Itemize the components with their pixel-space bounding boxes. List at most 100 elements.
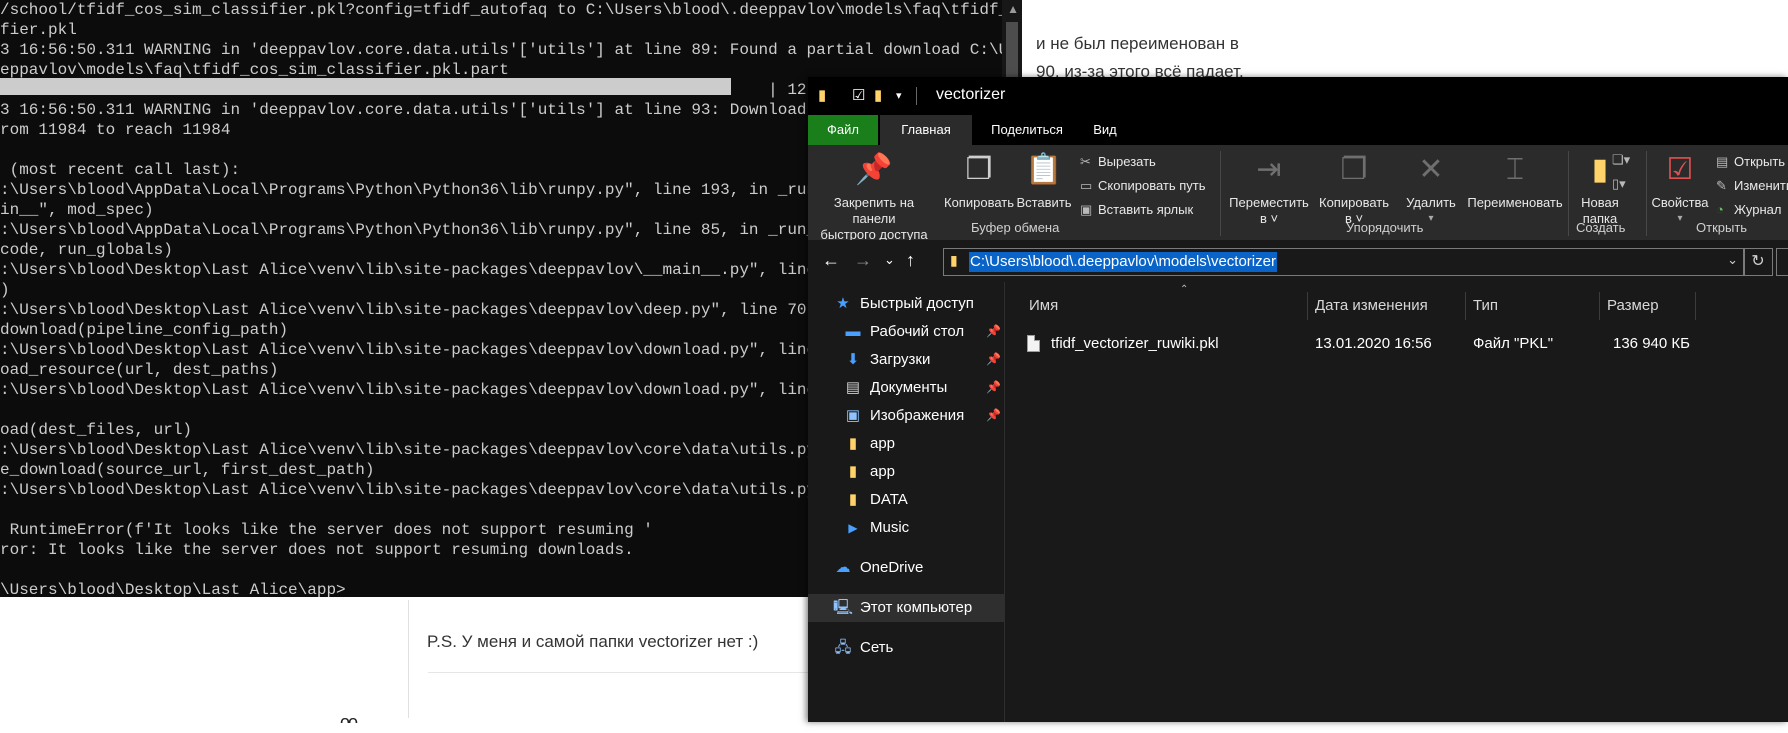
web-paragraph-line: и не был переименован в [1036, 34, 1239, 53]
divider[interactable] [1307, 292, 1308, 320]
file-name: tfidf_vectorizer_ruwiki.pkl [1051, 335, 1219, 352]
divider [1220, 151, 1221, 236]
new-item-icon: ❏▾ [1612, 152, 1631, 167]
nav-label: Сеть [860, 639, 894, 656]
divider [1568, 151, 1569, 236]
star-icon: ★ [836, 295, 850, 312]
table-row[interactable]: tfidf_vectorizer_ruwiki.pkl 13.01.2020 1… [1025, 330, 1765, 358]
move-to-button[interactable]: ⇥ Переместить в ˅ [1226, 151, 1312, 227]
pin-icon[interactable]: 📌 [986, 408, 1001, 422]
column-header-type[interactable]: Тип [1473, 292, 1498, 320]
nav-app-folder[interactable]: ▮ app [842, 430, 895, 458]
edit-icon: ✎ [1716, 178, 1727, 193]
open-button[interactable]: ▤ Открыть [1716, 151, 1785, 173]
nav-network[interactable]: 🖧 Сеть [832, 634, 894, 662]
pin-icon[interactable]: 📌 [986, 352, 1001, 366]
desktop-icon: ▬ [845, 323, 861, 340]
history-button[interactable]: ◔ Журнал [1716, 199, 1781, 221]
folder-icon: ▮ [950, 252, 958, 268]
cut-button[interactable]: ✂ Вырезать [1080, 151, 1156, 173]
organize-group-label: Упорядочить [1346, 220, 1424, 235]
divider[interactable] [1465, 292, 1466, 320]
clipboard-icon: 📋 [1025, 153, 1063, 186]
paste-label: Вставить [1016, 195, 1072, 210]
column-header-size[interactable]: Размер [1607, 292, 1659, 320]
nav-data-folder[interactable]: ▮ DATA [842, 486, 908, 514]
nav-quick-access[interactable]: ★ Быстрый доступ [832, 290, 974, 318]
refresh-icon[interactable]: ↻ [1743, 248, 1773, 276]
column-header-date[interactable]: Дата изменения [1315, 292, 1428, 320]
up-arrow-icon[interactable]: ↑ [906, 250, 915, 270]
tab-file[interactable]: Файл [808, 115, 878, 145]
history-label: Журнал [1734, 202, 1782, 217]
nav-label: Документы [870, 379, 948, 396]
delete-label: Удалить [1406, 195, 1456, 210]
cloud-icon: ☁ [835, 559, 851, 576]
console-line: /school/tfidf_cos_sim_classifier.pkl?con… [0, 1, 1022, 19]
search-box[interactable] [1776, 248, 1788, 276]
scroll-up-icon[interactable]: ▲ [1007, 2, 1019, 16]
divider[interactable] [1599, 292, 1600, 320]
recent-locations-chevron-icon[interactable]: ⌄ [884, 250, 895, 270]
file-icon [1027, 335, 1040, 352]
nav-pictures[interactable]: ▣ Изображения [842, 402, 964, 430]
ribbon: 📌 Закрепить на панели быстрого доступа ❐… [808, 145, 1788, 243]
nav-onedrive[interactable]: ☁ OneDrive [832, 554, 924, 582]
cut-label: Вырезать [1098, 154, 1156, 169]
copy-to-label-line1: Копировать [1319, 195, 1389, 210]
ribbon-tabs: Файл Главная Поделиться Вид [808, 115, 1788, 145]
copy-path-label: Скопировать путь [1098, 178, 1206, 193]
web-comment [408, 600, 813, 718]
edit-label: Изменить [1734, 178, 1788, 193]
paste-shortcut-button[interactable]: ▣ Вставить ярлык [1080, 199, 1193, 221]
nav-label: DATA [870, 491, 908, 508]
file-date: 13.01.2020 16:56 [1315, 335, 1432, 352]
properties-label: Свойства [1651, 195, 1709, 210]
pin-label-line1: Закрепить на панели [833, 195, 915, 226]
nav-downloads[interactable]: ⬇ Загрузки [842, 346, 931, 374]
pin-icon[interactable]: 📌 [986, 380, 1001, 394]
customize-toolbar-icon[interactable]: ▾ [896, 87, 912, 105]
tab-home[interactable]: Главная [880, 115, 972, 145]
tab-share[interactable]: Поделиться [974, 115, 1080, 145]
properties-check-icon: ☑ [1666, 153, 1694, 186]
address-field[interactable]: ▮ C:\Users\blood\.deeppavlov\models\vect… [943, 248, 1745, 276]
open-group-label: Открыть [1696, 220, 1748, 235]
edit-button[interactable]: ✎ Изменить [1716, 175, 1788, 197]
rename-button[interactable]: ⌶ Переименовать [1466, 151, 1564, 211]
copy-path-icon: ▭ [1080, 178, 1093, 193]
easy-access-button[interactable]: ▯▾ [1612, 173, 1630, 195]
nav-label: Быстрый доступ [860, 295, 974, 312]
nav-this-pc[interactable]: 🖳 Этот компьютер [808, 594, 1004, 622]
properties-button[interactable]: ☑ Свойства ▾ [1650, 151, 1710, 227]
pin-icon: 📌 [855, 153, 893, 186]
copy-path-button[interactable]: ▭ Скопировать путь [1080, 175, 1206, 197]
file-list: ⌃ Имя Дата изменения Тип Размер tfidf_ve… [1005, 282, 1788, 722]
chevron-down-icon[interactable]: ⌄ [1727, 252, 1738, 268]
nav-app-folder[interactable]: ▮ app [842, 458, 895, 486]
new-folder-icon[interactable]: ▮ [874, 87, 890, 105]
pin-icon[interactable]: 📌 [986, 324, 1001, 338]
title-bar[interactable]: ▮ ☑ ▮ ▾ vectorizer [808, 77, 1788, 115]
move-to-icon: ⇥ [1256, 153, 1282, 186]
pin-quick-access-button[interactable]: 📌 Закрепить на панели быстрого доступа [812, 151, 936, 243]
nav-label: Изображения [870, 407, 965, 424]
tab-view[interactable]: Вид [1080, 115, 1130, 145]
forward-arrow-icon[interactable]: → [854, 250, 872, 270]
nav-documents[interactable]: ▤ Документы [842, 374, 947, 402]
divider[interactable] [1695, 292, 1696, 320]
console-line: 3 16:56:50.311 WARNING in 'deeppavlov.co… [0, 41, 1022, 59]
paste-button[interactable]: 📋 Вставить [1016, 151, 1072, 211]
scissors-icon: ✂ [1080, 154, 1091, 169]
file-explorer-window[interactable]: ▮ ☑ ▮ ▾ vectorizer Файл Главная Поделить… [808, 77, 1788, 722]
copy-button[interactable]: ❐ Копировать [944, 151, 1014, 211]
delete-button[interactable]: ✕ Удалить ▾ [1398, 151, 1464, 227]
properties-icon[interactable]: ☑ [852, 87, 868, 105]
address-path[interactable]: C:\Users\blood\.deeppavlov\models\vector… [969, 252, 1277, 272]
back-arrow-icon[interactable]: ← [822, 250, 840, 270]
nav-music-folder[interactable]: ▶ Music [842, 514, 909, 542]
copy-to-button[interactable]: ❐ Копировать в ˅ [1314, 151, 1394, 227]
nav-desktop[interactable]: ▬ Рабочий стол [842, 318, 965, 346]
new-item-button[interactable]: ❏▾ [1612, 149, 1630, 171]
column-header-name[interactable]: Имя [1029, 292, 1058, 320]
